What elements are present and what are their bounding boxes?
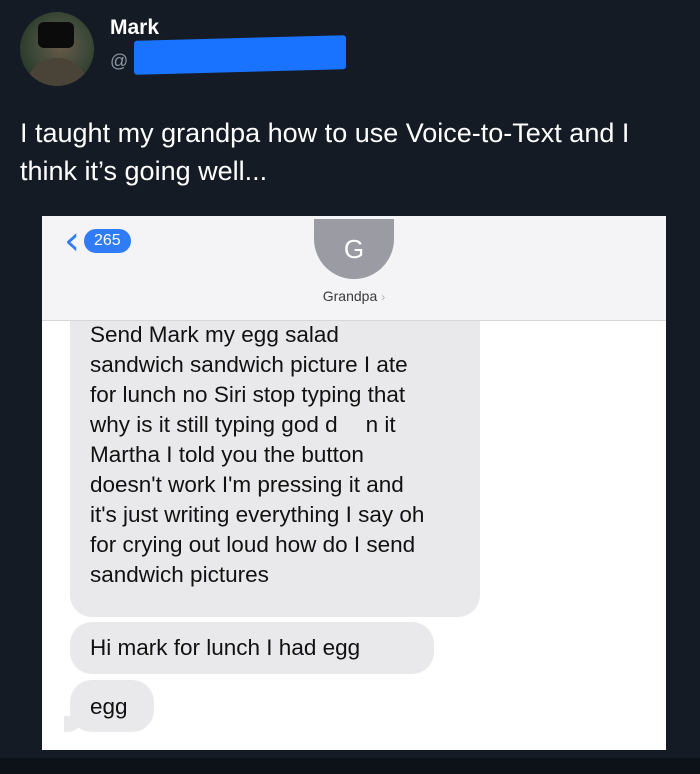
avatar-shoulders [26,58,88,86]
message-bubble: Hi mark for lunch I had egg [70,622,434,674]
handle[interactable]: @ [110,48,128,74]
message-line: it's just writing everything I say oh [90,502,425,527]
handle-at-sign: @ [110,50,129,71]
bottom-border [0,758,700,774]
message-line: Martha I told you the button [90,442,364,467]
unread-count-badge: 265 [84,229,131,253]
back-button[interactable]: ‹ 265 [64,218,174,264]
embedded-screenshot[interactable]: Send Mark my egg salad sandwich sandwich… [42,216,666,750]
message-bubble: egg [64,680,154,732]
avatar[interactable] [20,12,94,86]
chevron-right-icon: › [381,290,386,304]
tweet-card: Mark @ I taught my grandpa how to use Vo… [0,0,700,774]
display-name[interactable]: Mark [110,16,159,40]
message-line: for lunch no Siri stop typing that [90,382,406,407]
message-text: egg [90,694,128,719]
message-bubble: Send Mark my egg salad sandwich sandwich… [70,312,480,617]
message-line-censored: why is it still typing god d n it [90,410,460,440]
contact-name: Grandpa [322,288,378,304]
message-line-part: why is it still typing god d [90,412,338,437]
message-line-part: n it [365,412,396,437]
message-line: doesn't work I'm pressing it and [90,472,404,497]
message-line: for crying out loud how do I send [90,532,416,557]
contact-name-button[interactable]: Grandpa › [42,288,666,304]
contact-avatar[interactable]: G [314,219,394,279]
message-line: sandwich pictures [90,562,269,587]
bubble-tail [64,716,82,732]
message-line: sandwich sandwich picture I ate [90,352,408,377]
tweet-text: I taught my grandpa how to use Voice-to-… [20,118,630,186]
word-censor [337,417,366,436]
message-line: Send Mark my egg salad [90,322,339,347]
conversation-header: ‹ 265 G Grandpa › [42,216,666,321]
avatar-censor-bar [38,22,74,48]
chevron-left-icon: ‹ [64,218,80,264]
handle-redaction [134,35,346,75]
